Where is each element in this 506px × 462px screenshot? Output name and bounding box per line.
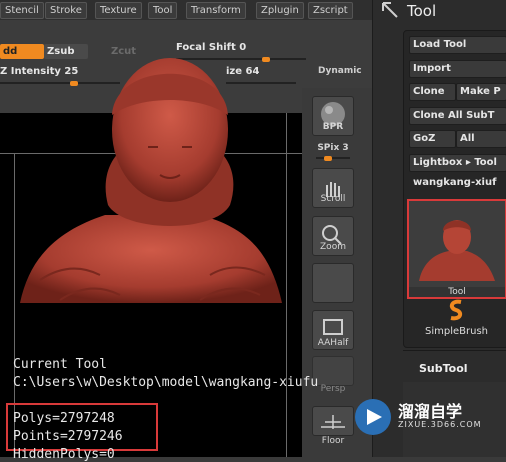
floor-button[interactable] <box>312 406 354 436</box>
watermark-title: 溜溜自学 <box>398 402 463 421</box>
polys-count: Polys=2797248 <box>13 411 115 426</box>
sculpt-model-bust <box>20 58 282 303</box>
menu-texture[interactable]: Texture <box>95 2 142 19</box>
thumbnail-label: Tool <box>409 287 505 297</box>
import-button[interactable]: Import <box>409 60 506 78</box>
actual-button[interactable] <box>312 263 354 303</box>
simplebrush-label: SimpleBrush <box>425 326 489 337</box>
menu-bar: Stencil Stroke Texture Tool Transform Zp… <box>0 0 372 21</box>
clone-button[interactable]: Clone <box>409 83 456 101</box>
simplebrush-icon[interactable] <box>445 298 467 322</box>
load-tool-button[interactable]: Load Tool <box>409 36 506 54</box>
model-thumbnail-icon <box>419 220 495 281</box>
spix-label: SPix 3 <box>317 143 349 153</box>
hidden-polys-count: HiddenPolys=0 <box>13 447 115 462</box>
panel-title: Tool <box>407 2 437 20</box>
clone-all-subtools-button[interactable]: Clone All SubT <box>409 107 506 125</box>
watermark: 溜溜自学 ZIXUE.3D66.COM <box>354 394 496 440</box>
bpr-label: BPR <box>322 122 344 132</box>
lightbox-tool-button[interactable]: Lightbox ▸ Tool <box>409 154 506 172</box>
tool-thumbnail[interactable]: Tool <box>407 199 506 299</box>
menu-zplugin[interactable]: Zplugin <box>256 2 304 19</box>
menu-tool[interactable]: Tool <box>148 2 178 19</box>
goz-button[interactable]: GoZ <box>409 130 456 148</box>
floor-grid-icon <box>321 415 345 429</box>
persp-button[interactable] <box>312 356 354 386</box>
menu-zscript[interactable]: Zscript <box>308 2 353 19</box>
current-tool-name: wangkang-xiuf <box>413 177 497 188</box>
aahalf-label: AAHalf <box>317 338 349 348</box>
tool-panel: Tool Load Tool Import Clone Make P Clone… <box>372 0 506 457</box>
zoom-label: Zoom <box>320 242 346 252</box>
menu-transform[interactable]: Transform <box>186 2 246 19</box>
model-path: C:\Users\w\Desktop\model\wangkang-xiufu <box>13 375 319 390</box>
current-tool-title: Current Tool <box>13 357 107 372</box>
arrow-icon <box>382 2 398 18</box>
menu-stencil[interactable]: Stencil <box>0 2 44 19</box>
watermark-logo-icon <box>355 399 391 435</box>
focal-shift-label: Focal Shift 0 <box>176 42 247 53</box>
subtool-header[interactable]: SubTool <box>419 362 468 375</box>
panel-divider <box>403 350 506 351</box>
dynamic-toggle[interactable]: Dynamic <box>318 66 362 76</box>
make-polymesh-button[interactable]: Make P <box>456 83 506 101</box>
points-count: Points=2797246 <box>13 429 123 444</box>
watermark-url: ZIXUE.3D66.COM <box>398 420 482 429</box>
all-button[interactable]: All <box>456 130 506 148</box>
scroll-label: Scroll <box>320 194 346 204</box>
spix-knob[interactable] <box>324 156 332 161</box>
menu-stroke[interactable]: Stroke <box>45 2 87 19</box>
spix-slider[interactable] <box>316 157 350 159</box>
